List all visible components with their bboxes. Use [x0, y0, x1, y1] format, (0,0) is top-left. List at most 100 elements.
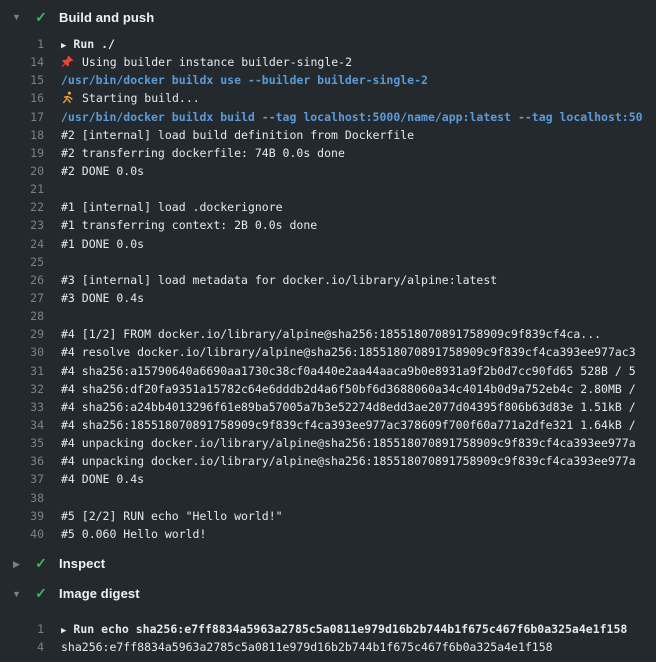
log-line: 36 #4 unpacking docker.io/library/alpine@… [0, 452, 656, 470]
line-number[interactable]: 16 [0, 89, 44, 107]
log-line: 1 ▶Run echo sha256:e7ff8834a5963a2785c5a0… [0, 620, 656, 638]
line-number[interactable]: 39 [0, 507, 44, 525]
log-line: 20 #2 DONE 0.0s [0, 162, 656, 180]
log-line: 29 #4 [1/2] FROM docker.io/library/alpine… [0, 325, 656, 343]
log-line: 24 #1 DONE 0.0s [0, 235, 656, 253]
line-number[interactable]: 17 [0, 108, 44, 126]
log-line: 39 #5 [2/2] RUN echo "Hello world!" [0, 507, 656, 525]
line-number[interactable]: 30 [0, 343, 44, 361]
log-line: 35 #4 unpacking docker.io/library/alpine@… [0, 434, 656, 452]
line-number[interactable]: 15 [0, 71, 44, 89]
log-text: #4 unpacking docker.io/library/alpine@sh… [61, 434, 656, 452]
log-lines-image-digest: 1 ▶Run echo sha256:e7ff8834a5963a2785c5a0… [0, 609, 656, 662]
log-text: #2 [internal] load build definition from… [61, 126, 656, 144]
log-text: #4 [1/2] FROM docker.io/library/alpine@s… [61, 325, 656, 343]
log-line: 33#4 sha256:a24bb4013296f61e89ba57005a7b… [0, 398, 656, 416]
log-text: #4 sha256:df20fa9351a15782c64e6dddb2d4a6… [61, 380, 656, 398]
log-line: 31 #4 sha256:a15790640a6690aa1730c38cf0a4… [0, 362, 656, 380]
log-line: 27 #3 DONE 0.4s [0, 289, 656, 307]
log-line: 32 #4 sha256:df20fa9351a15782c64e6dddb2d4… [0, 380, 656, 398]
log-line: 30 #4 resolve docker.io/library/alpine@sh… [0, 343, 656, 361]
log-line: 21 [0, 180, 656, 198]
log-text [61, 253, 656, 271]
log-text: #3 DONE 0.4s [61, 289, 656, 307]
log-text [61, 489, 656, 507]
log-line: 19 #2 transferring dockerfile: 74B 0.0s d… [0, 144, 656, 162]
pushpin-icon [61, 55, 74, 68]
line-number[interactable]: 32 [0, 380, 44, 398]
log-line: 37 #4 DONE 0.4s [0, 470, 656, 488]
log-line: 15/usr/bin/docker buildx use --builder b… [0, 71, 656, 89]
log-text [61, 307, 656, 325]
log-line: 4 sha256:e7ff8834a5963a2785c5a0811e979d16… [0, 638, 656, 656]
line-number[interactable]: 25 [0, 253, 44, 271]
log-text: #1 transferring context: 2B 0.0s done [61, 216, 656, 234]
log-text [61, 180, 656, 198]
line-number[interactable]: 18 [0, 126, 44, 144]
log-line: 40 #5 0.060 Hello world! [0, 525, 656, 543]
log-text: #2 transferring dockerfile: 74B 0.0s don… [61, 144, 656, 162]
success-check-icon: ✓ [33, 585, 49, 602]
line-number[interactable]: 31 [0, 362, 44, 380]
log-text: #5 0.060 Hello world! [61, 525, 656, 543]
line-number[interactable]: 26 [0, 271, 44, 289]
line-number[interactable]: 35 [0, 434, 44, 452]
log-line: 18 #2 [internal] load build definition fr… [0, 126, 656, 144]
success-check-icon: ✓ [33, 9, 49, 26]
line-number[interactable]: 38 [0, 489, 44, 507]
line-number[interactable]: 14 [0, 53, 44, 71]
line-number[interactable]: 23 [0, 216, 44, 234]
log-text: #2 DONE 0.0s [61, 162, 656, 180]
log-text: /usr/bin/docker buildx build --tag local… [61, 108, 656, 126]
log-line: 34 #4 sha256:185518070891758909c9f839cf4c… [0, 416, 656, 434]
log-line: 22 #1 [internal] load .dockerignore [0, 198, 656, 216]
section-header-build-and-push[interactable]: ▼ ✓ Build and push [0, 2, 656, 32]
line-number[interactable]: 29 [0, 325, 44, 343]
runner-icon [61, 91, 74, 104]
line-number[interactable]: 19 [0, 144, 44, 162]
log-line: 25 [0, 253, 656, 271]
log-line: 14Using builder instance builder-single-… [0, 53, 656, 71]
log-text: ▶Run ./ [61, 35, 656, 53]
expand-log-group-icon[interactable]: ▶ [61, 41, 66, 51]
line-number[interactable]: 28 [0, 307, 44, 325]
section-title: Image digest [59, 586, 140, 601]
line-number[interactable]: 22 [0, 198, 44, 216]
log-line: 26#3 [internal] load metadata for docker… [0, 271, 656, 289]
chevron-right-icon[interactable]: ▶ [9, 549, 24, 579]
log-line: 17/usr/bin/docker buildx build --tag loc… [0, 108, 656, 126]
log-text: #1 DONE 0.0s [61, 235, 656, 253]
log-text: /usr/bin/docker buildx use --builder bui… [61, 71, 656, 89]
line-number[interactable]: 21 [0, 180, 44, 198]
log-line: 28 [0, 307, 656, 325]
line-number[interactable]: 20 [0, 162, 44, 180]
log-line: 23 #1 transferring context: 2B 0.0s done [0, 216, 656, 234]
line-number[interactable]: 27 [0, 289, 44, 307]
log-text: sha256:e7ff8834a5963a2785c5a0811e979d16b… [61, 638, 656, 656]
log-text: #4 sha256:185518070891758909c9f839cf4ca3… [61, 416, 656, 434]
section-header-image-digest[interactable]: ▼ ✓ Image digest [0, 579, 656, 609]
log-text: #4 resolve docker.io/library/alpine@sha2… [61, 343, 656, 361]
section-title: Inspect [59, 556, 105, 571]
line-number[interactable]: 1 [0, 35, 44, 53]
line-number[interactable]: 36 [0, 452, 44, 470]
chevron-down-icon[interactable]: ▼ [9, 2, 24, 32]
line-number[interactable]: 40 [0, 525, 44, 543]
chevron-down-icon[interactable]: ▼ [9, 579, 24, 609]
log-text: ▶Run echo sha256:e7ff8834a5963a2785c5a08… [61, 620, 656, 638]
log-text: #5 [2/2] RUN echo "Hello world!" [61, 507, 656, 525]
line-number[interactable]: 33 [0, 398, 44, 416]
line-number[interactable]: 37 [0, 470, 44, 488]
log-text: #1 [internal] load .dockerignore [61, 198, 656, 216]
expand-log-group-icon[interactable]: ▶ [61, 626, 66, 636]
log-text: #4 unpacking docker.io/library/alpine@sh… [61, 452, 656, 470]
section-header-inspect[interactable]: ▶ ✓ Inspect [0, 549, 656, 579]
log-line: 1 ▶Run ./ [0, 35, 656, 53]
line-number[interactable]: 4 [0, 638, 44, 656]
line-number[interactable]: 1 [0, 620, 44, 638]
line-number[interactable]: 24 [0, 235, 44, 253]
log-text: #4 sha256:a15790640a6690aa1730c38cf0a440… [61, 362, 656, 380]
line-number[interactable]: 34 [0, 416, 44, 434]
log-line: 16Starting build... [0, 89, 656, 107]
log-text: #4 DONE 0.4s [61, 470, 656, 488]
